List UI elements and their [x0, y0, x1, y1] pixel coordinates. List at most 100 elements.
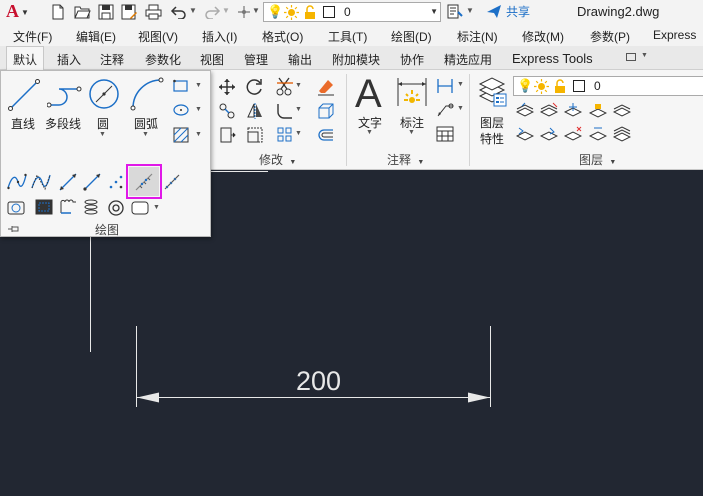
revision-cloud-icon[interactable] [59, 199, 77, 215]
array-3d-icon[interactable] [317, 102, 335, 120]
ray-icon[interactable] [83, 173, 101, 191]
menu-view[interactable]: 视图(V) [138, 28, 178, 45]
tab-annotate[interactable]: 注释 [100, 51, 124, 68]
rectangle-icon[interactable] [173, 79, 189, 93]
polyline-button[interactable]: 多段线 [43, 77, 87, 135]
table-icon[interactable] [436, 126, 454, 142]
ellipse-icon[interactable] [173, 103, 189, 117]
print-icon[interactable] [145, 4, 162, 20]
redo-icon[interactable] [203, 5, 221, 19]
chevron-down-icon[interactable]: ▼ [195, 131, 202, 138]
tab-parametric[interactable]: 参数化 [145, 51, 181, 68]
stretch-icon[interactable] [218, 126, 236, 144]
workspace-icon[interactable] [237, 5, 251, 19]
new-file-icon[interactable] [50, 4, 66, 20]
menu-tools[interactable]: 工具(T) [328, 28, 367, 45]
tab-default[interactable]: 默认 [6, 46, 45, 71]
helix-icon[interactable] [83, 199, 99, 215]
wipeout-icon[interactable] [35, 199, 53, 215]
chevron-down-icon[interactable]: ▼ [457, 81, 464, 88]
chevron-down-icon[interactable]: ▼ [466, 6, 474, 15]
boundary-icon[interactable] [131, 201, 149, 215]
chevron-down-icon[interactable]: ▼ [295, 82, 302, 89]
tab-manage[interactable]: 管理 [244, 51, 268, 68]
undo-icon[interactable] [170, 5, 188, 19]
tab-insert[interactable]: 插入 [57, 51, 81, 68]
pin-icon[interactable] [7, 224, 21, 234]
chevron-down-icon[interactable]: ▼ [195, 106, 202, 113]
erase-icon[interactable] [317, 78, 335, 96]
donut-icon[interactable] [107, 199, 125, 217]
layer-combo[interactable]: 💡 0 [513, 76, 703, 96]
leader-icon[interactable] [436, 102, 454, 118]
layer-previous-icon[interactable] [516, 126, 534, 142]
tab-output[interactable]: 输出 [288, 51, 312, 68]
layer-properties-button[interactable]: 图层 特性 [474, 74, 510, 148]
multiple-points-icon[interactable] [107, 173, 125, 191]
tab-collaborate[interactable]: 协作 [400, 51, 424, 68]
spline-cv-icon[interactable] [31, 173, 51, 191]
tab-view[interactable]: 视图 [200, 51, 224, 68]
offset-icon[interactable] [317, 126, 335, 144]
linear-dimension-icon[interactable] [436, 78, 454, 94]
rotate-icon[interactable] [246, 78, 264, 96]
tab-express-tools[interactable]: Express Tools [512, 51, 593, 66]
ribbon-toggle-button[interactable]: ▼ [622, 52, 652, 65]
menu-modify[interactable]: 修改(M) [522, 28, 564, 45]
menu-parametric[interactable]: 参数(P) [590, 28, 630, 45]
measure-icon[interactable] [163, 173, 181, 191]
match-properties-icon[interactable] [447, 4, 463, 20]
text-button[interactable]: A 文字 ▼ [352, 72, 390, 136]
save-icon[interactable] [98, 4, 114, 20]
layer-unisolate-icon[interactable] [564, 126, 582, 142]
app-logo[interactable]: A ▼ [4, 1, 32, 23]
circle-button[interactable]: 圆 ▼ [87, 77, 121, 145]
menu-draw[interactable]: 绘图(D) [391, 28, 432, 45]
chevron-down-icon[interactable]: ▼ [457, 105, 464, 112]
open-folder-icon[interactable] [74, 4, 91, 20]
layers-panel-title[interactable]: 图层 ▼ [579, 151, 616, 168]
menu-file[interactable]: 文件(F) [13, 28, 52, 45]
chevron-down-icon[interactable]: ▼ [222, 6, 230, 15]
layer-isolate-icon[interactable] [540, 102, 558, 118]
menu-insert[interactable]: 插入(I) [202, 28, 237, 45]
chevron-down-icon[interactable]: ▼ [195, 82, 202, 89]
scale-icon[interactable] [246, 126, 264, 144]
layer-merge-icon[interactable] [613, 126, 631, 142]
region-icon[interactable] [7, 199, 25, 215]
chevron-down-icon[interactable]: ▼ [153, 204, 160, 211]
layer-off-icon[interactable] [516, 102, 534, 118]
construction-line-icon[interactable] [59, 173, 77, 191]
spline-fit-icon[interactable] [7, 173, 27, 191]
move-icon[interactable] [218, 78, 236, 96]
menu-edit[interactable]: 编辑(E) [76, 28, 116, 45]
layer-thaw-icon[interactable] [589, 126, 607, 142]
layer-walk-icon[interactable] [540, 126, 558, 142]
trim-icon[interactable] [276, 77, 294, 97]
layer-dropdown[interactable]: 💡 0 ▼ [263, 2, 441, 22]
line-button[interactable]: 直线 [7, 77, 41, 135]
chevron-down-icon[interactable]: ▼ [189, 6, 197, 15]
chevron-down-icon[interactable]: ▼ [295, 130, 302, 137]
dimension-button[interactable]: 标注 ▼ [394, 76, 430, 136]
tab-featured-apps[interactable]: 精选应用 [444, 51, 492, 68]
copy-icon[interactable] [218, 102, 236, 120]
menu-express[interactable]: Express [653, 28, 696, 42]
hatch-icon[interactable] [173, 127, 189, 143]
menu-format[interactable]: 格式(O) [262, 28, 303, 45]
mirror-icon[interactable] [246, 102, 264, 120]
layer-match-icon[interactable] [613, 102, 631, 118]
layer-freeze-icon[interactable] [564, 102, 582, 118]
arc-button[interactable]: 圆弧 ▼ [129, 77, 165, 145]
menu-dimension[interactable]: 标注(N) [457, 28, 498, 45]
tab-addins[interactable]: 附加模块 [332, 51, 380, 68]
chevron-down-icon[interactable]: ▼ [252, 6, 260, 15]
chevron-down-icon[interactable]: ▼ [295, 106, 302, 113]
rect-array-icon[interactable] [276, 126, 294, 144]
fillet-icon[interactable] [276, 102, 294, 120]
layer-lock-icon[interactable] [589, 102, 607, 118]
modify-panel-title[interactable]: 修改 ▼ [259, 151, 296, 168]
save-as-icon[interactable] [121, 4, 138, 20]
dimension-text[interactable]: 200 [296, 366, 341, 397]
annotation-panel-title[interactable]: 注释 ▼ [387, 151, 424, 168]
